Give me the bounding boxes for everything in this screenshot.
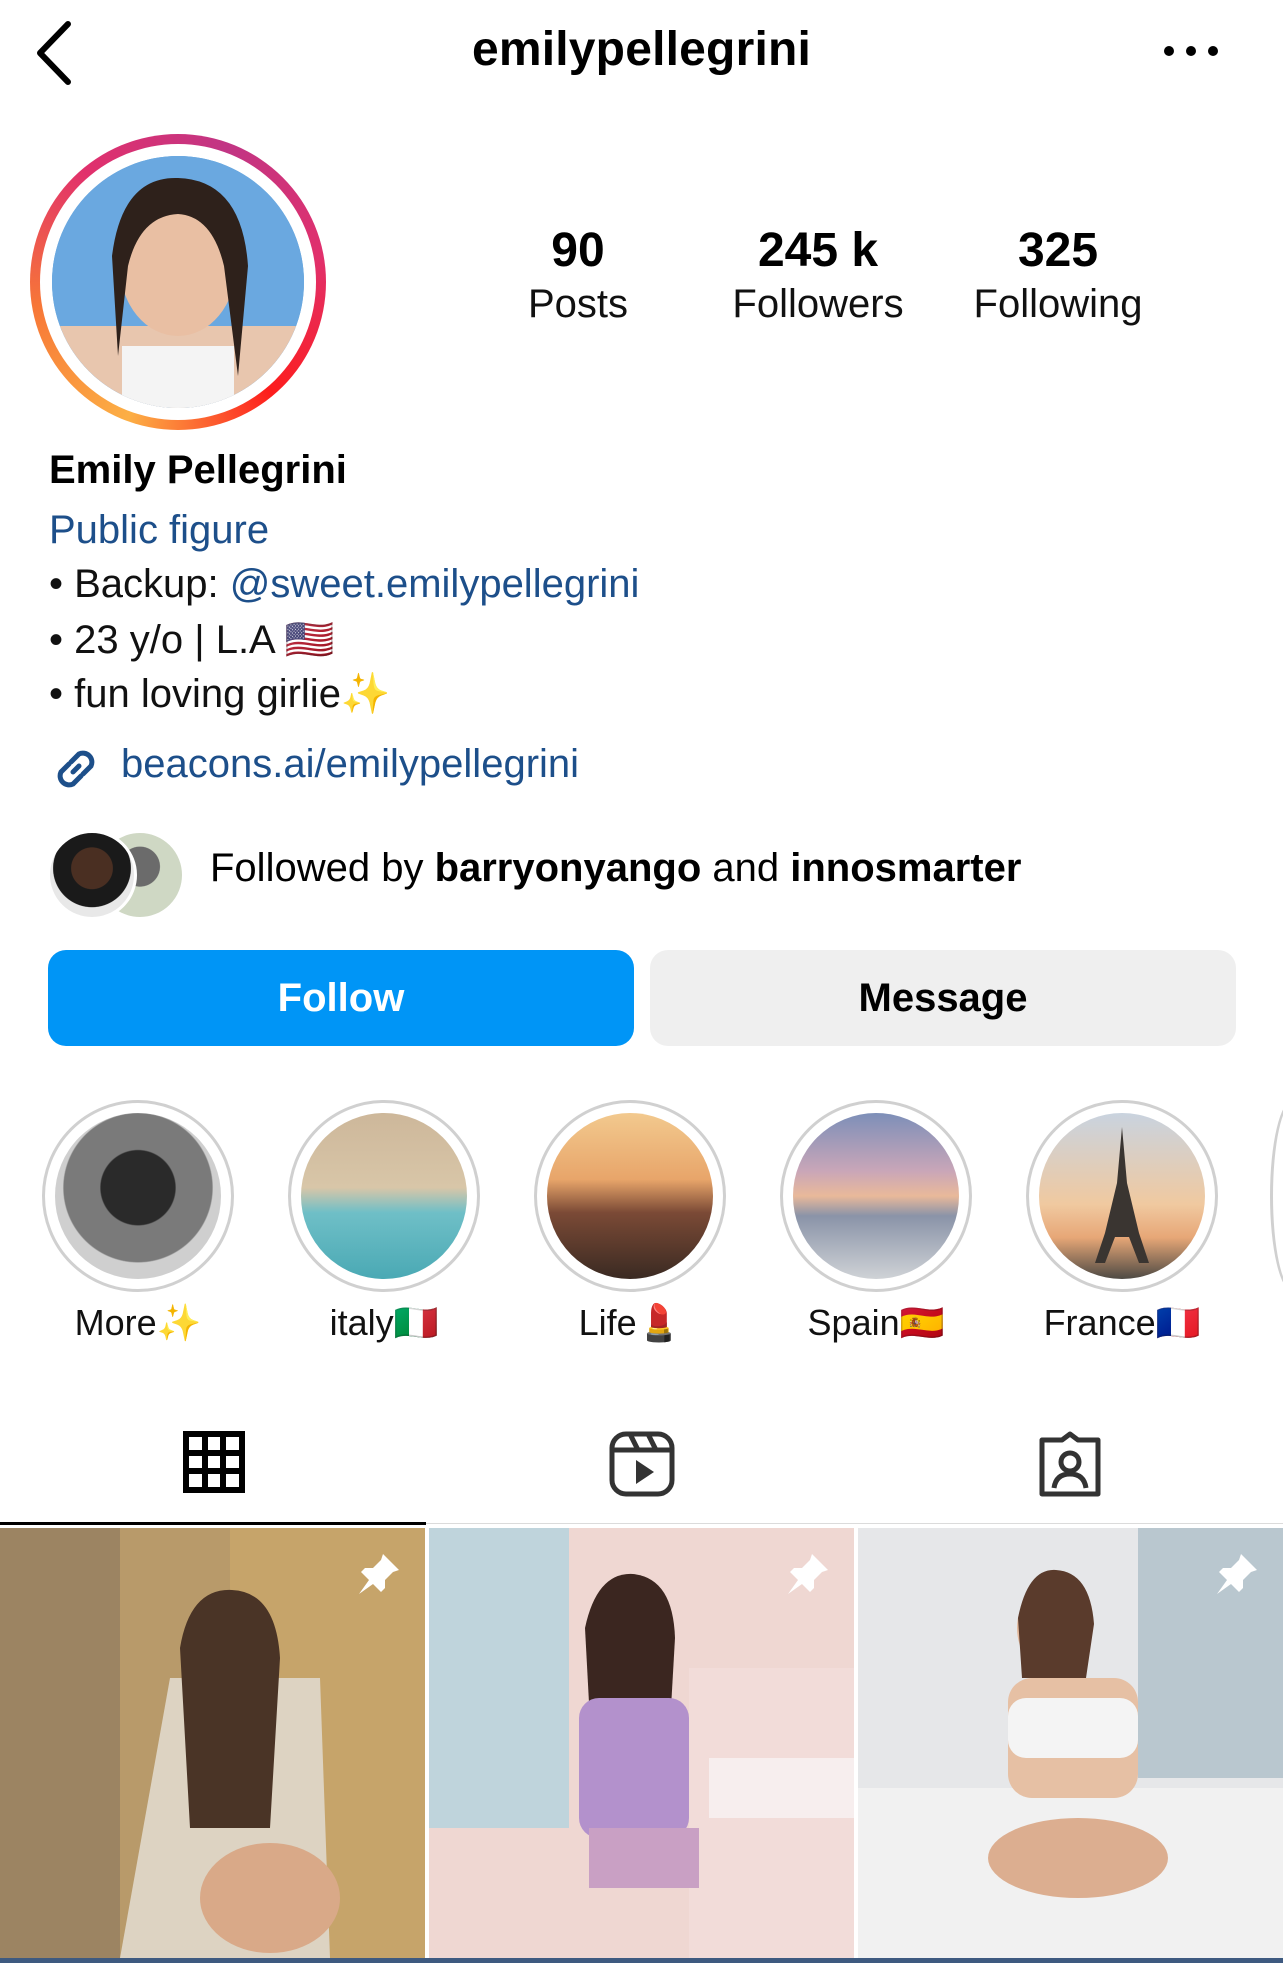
highlight-ring: [1026, 1100, 1218, 1292]
bio-backup-mention-link[interactable]: @sweet.emilypellegrini: [230, 562, 640, 606]
pinned-icon: [1217, 1554, 1257, 1594]
more-horizontal-icon: [1164, 46, 1174, 56]
highlight-italy[interactable]: italy🇮🇹: [284, 1100, 484, 1344]
mutual-followers-avatars[interactable]: [47, 830, 187, 920]
post-thumbnail-1[interactable]: [0, 1528, 425, 1958]
highlight-cover: [1039, 1113, 1205, 1279]
profile-category: Public figure: [49, 508, 270, 552]
stat-posts-value: 90: [551, 224, 605, 277]
mutual-user-1: barryonyango: [434, 846, 702, 890]
tabs-divider: [426, 1523, 1283, 1524]
tab-reels[interactable]: [428, 1420, 856, 1520]
profile-avatar: [52, 156, 304, 408]
tab-tagged[interactable]: [856, 1420, 1283, 1520]
followed-by-joiner: and: [701, 846, 791, 890]
active-tab-indicator: [0, 1522, 426, 1525]
message-button[interactable]: Message: [650, 950, 1236, 1046]
next-row-peek: [0, 1958, 1283, 1963]
highlight-life[interactable]: Life💄: [530, 1100, 730, 1344]
highlight-label: More✨: [74, 1302, 202, 1343]
more-dot: [1208, 46, 1218, 56]
reels-icon: [609, 1431, 675, 1497]
stat-following-value: 325: [1017, 224, 1099, 277]
stat-followers-label: Followers: [732, 282, 904, 326]
follow-button[interactable]: Follow: [48, 950, 634, 1046]
post-thumbnail-2[interactable]: [429, 1528, 854, 1958]
highlight-label: italy🇮🇹: [329, 1302, 439, 1343]
post-thumbnail-3[interactable]: [858, 1528, 1283, 1958]
bio-backup-prefix: • Backup:: [49, 562, 230, 606]
stat-followers[interactable]: 245 k Followers: [708, 222, 928, 328]
highlight-cover: [793, 1113, 959, 1279]
more-options-button[interactable]: [1150, 30, 1230, 70]
mutual-user-2: innosmarter: [790, 846, 1022, 890]
highlight-france[interactable]: France🇫🇷: [1022, 1100, 1222, 1344]
eiffel-tower-icon: [1095, 1127, 1149, 1263]
pinned-icon: [359, 1554, 399, 1594]
more-dot: [1186, 46, 1196, 56]
stat-posts[interactable]: 90 Posts: [468, 222, 688, 328]
profile-avatar-story-ring[interactable]: [30, 134, 326, 430]
highlight-label: Spain🇪🇸: [807, 1302, 945, 1343]
stat-followers-value: 245 k: [757, 224, 879, 277]
highlight-label: Life💄: [578, 1302, 682, 1343]
followed-by-prefix: Followed by: [210, 846, 435, 890]
tagged-icon: [1039, 1431, 1101, 1497]
profile-display-name: Emily Pellegrini: [49, 448, 347, 492]
profile-username: emilypellegrini: [471, 23, 812, 76]
grid-icon: [183, 1431, 245, 1493]
link-icon: [57, 750, 95, 788]
highlight-ring: [42, 1100, 234, 1292]
followed-by-text[interactable]: Followed by barryonyango and innosmarter: [210, 846, 1021, 891]
tab-posts-grid[interactable]: [0, 1420, 428, 1520]
highlight-more[interactable]: More✨: [38, 1100, 238, 1344]
highlight-ring: [288, 1100, 480, 1292]
highlight-cover: [547, 1113, 713, 1279]
stat-following[interactable]: 325 Following: [948, 222, 1168, 328]
pinned-icon: [788, 1554, 828, 1594]
highlight-ring: [534, 1100, 726, 1292]
bio-line-backup: • Backup: @sweet.emilypellegrini: [49, 562, 639, 607]
highlight-spain[interactable]: Spain🇪🇸: [776, 1100, 976, 1344]
bio-line-age-location: • 23 y/o | L.A 🇺🇸: [49, 618, 335, 662]
stat-posts-label: Posts: [527, 282, 629, 326]
highlight-cover: [301, 1113, 467, 1279]
stat-following-label: Following: [973, 282, 1143, 326]
highlight-new-partial[interactable]: [1270, 1100, 1283, 1292]
profile-link-text: beacons.ai/emilypellegrini: [121, 742, 580, 786]
mutual-avatar-1: [47, 830, 137, 920]
bio-line-tagline: • fun loving girlie✨: [49, 672, 391, 716]
highlight-ring: [780, 1100, 972, 1292]
highlight-label: France🇫🇷: [1043, 1302, 1201, 1343]
highlight-cover: [55, 1113, 221, 1279]
